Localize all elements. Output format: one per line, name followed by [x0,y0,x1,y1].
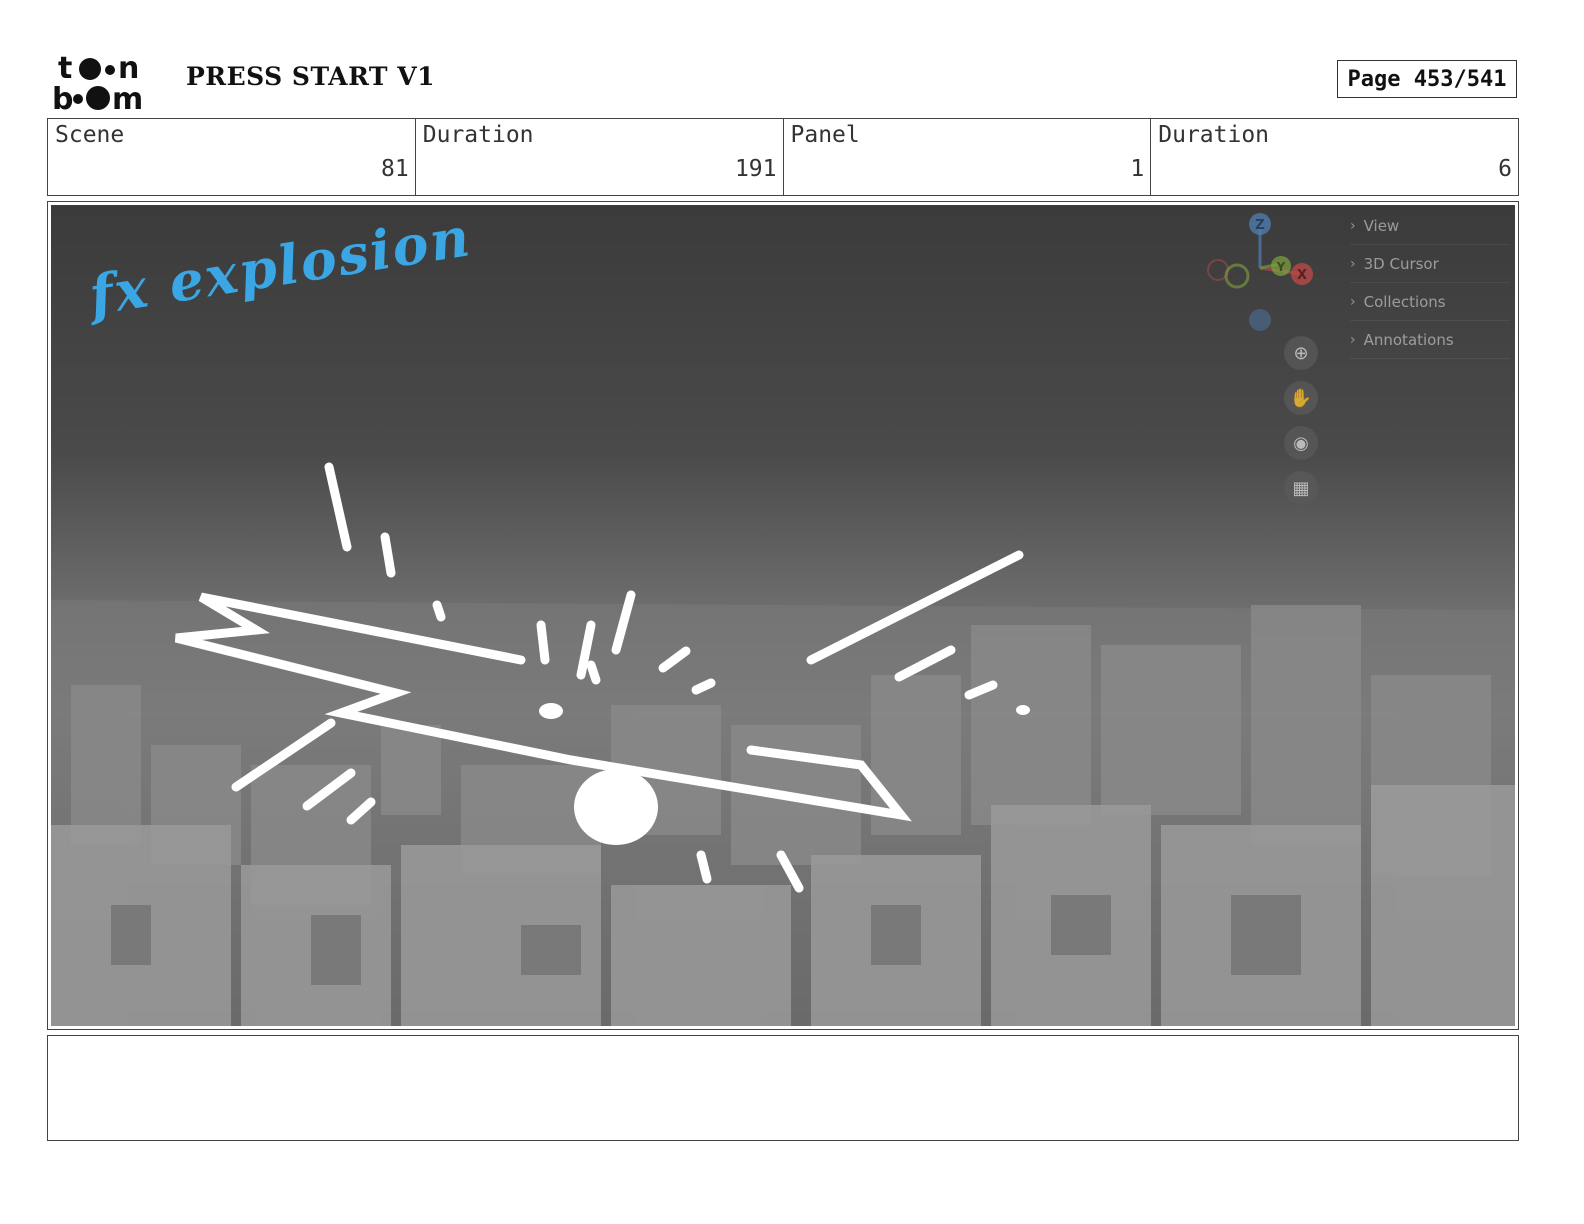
menu-item-label: View [1363,216,1400,235]
scene-duration-cell: Duration 191 [416,119,784,195]
gizmo-x-label: X [1297,268,1307,283]
zoom-icon: ⊕ [1284,336,1318,370]
scene-duration-label: Duration [422,122,534,148]
chevron-right-icon: › [1350,331,1356,348]
chevron-right-icon: › [1350,255,1356,272]
scene-cell: Scene 81 [48,119,416,195]
menu-item-label: Annotations [1363,330,1454,349]
panel-duration-cell: Duration 6 [1151,119,1518,195]
project-title: PRESS START V1 [186,62,436,91]
menu-item-label: 3D Cursor [1363,254,1439,273]
gizmo-y-label: Y [1276,260,1286,274]
scene-info-table: Scene 81 Duration 191 Panel 1 Duration 6 [47,118,1519,196]
scene-label: Scene [55,122,125,148]
menu-item-view: › View [1350,207,1510,245]
panel-value: 1 [1130,156,1145,182]
hand-pan-icon: ✋ [1284,381,1318,415]
scene-duration-value: 191 [734,156,777,182]
dialogue-notes-box [47,1035,1519,1141]
camera-icon: ◉ [1284,426,1318,460]
panel-duration-value: 6 [1498,156,1512,182]
toonboom-logo: t n b m [52,50,164,112]
menu-item-annotations: › Annotations [1350,321,1510,359]
grid-icon: ▦ [1284,471,1318,505]
gizmo-z-label: Z [1255,218,1264,233]
chevron-right-icon: › [1350,217,1356,234]
menu-item-3d-cursor: › 3D Cursor [1350,245,1510,283]
page-label: Page 453/541 [1347,66,1507,92]
viewport-tools: ⊕ ✋ ◉ ▦ [1284,336,1320,516]
svg-text:b: b [52,82,73,112]
chevron-right-icon: › [1350,293,1356,310]
panel-duration-label: Duration [1158,122,1270,148]
svg-text:n: n [118,51,139,86]
menu-item-label: Collections [1363,292,1446,311]
page-number-box: Page 453/541 [1337,60,1517,98]
panel-label: Panel [790,122,860,148]
viewport-side-menu: › View › 3D Cursor › Collections › Annot… [1350,207,1510,359]
svg-text:m: m [112,82,143,112]
scene-value: 81 [381,156,409,182]
panel-cell: Panel 1 [784,119,1152,195]
axis-gizmo: Z Y X [1204,210,1324,340]
svg-text:t: t [58,51,72,86]
menu-item-collections: › Collections [1350,283,1510,321]
